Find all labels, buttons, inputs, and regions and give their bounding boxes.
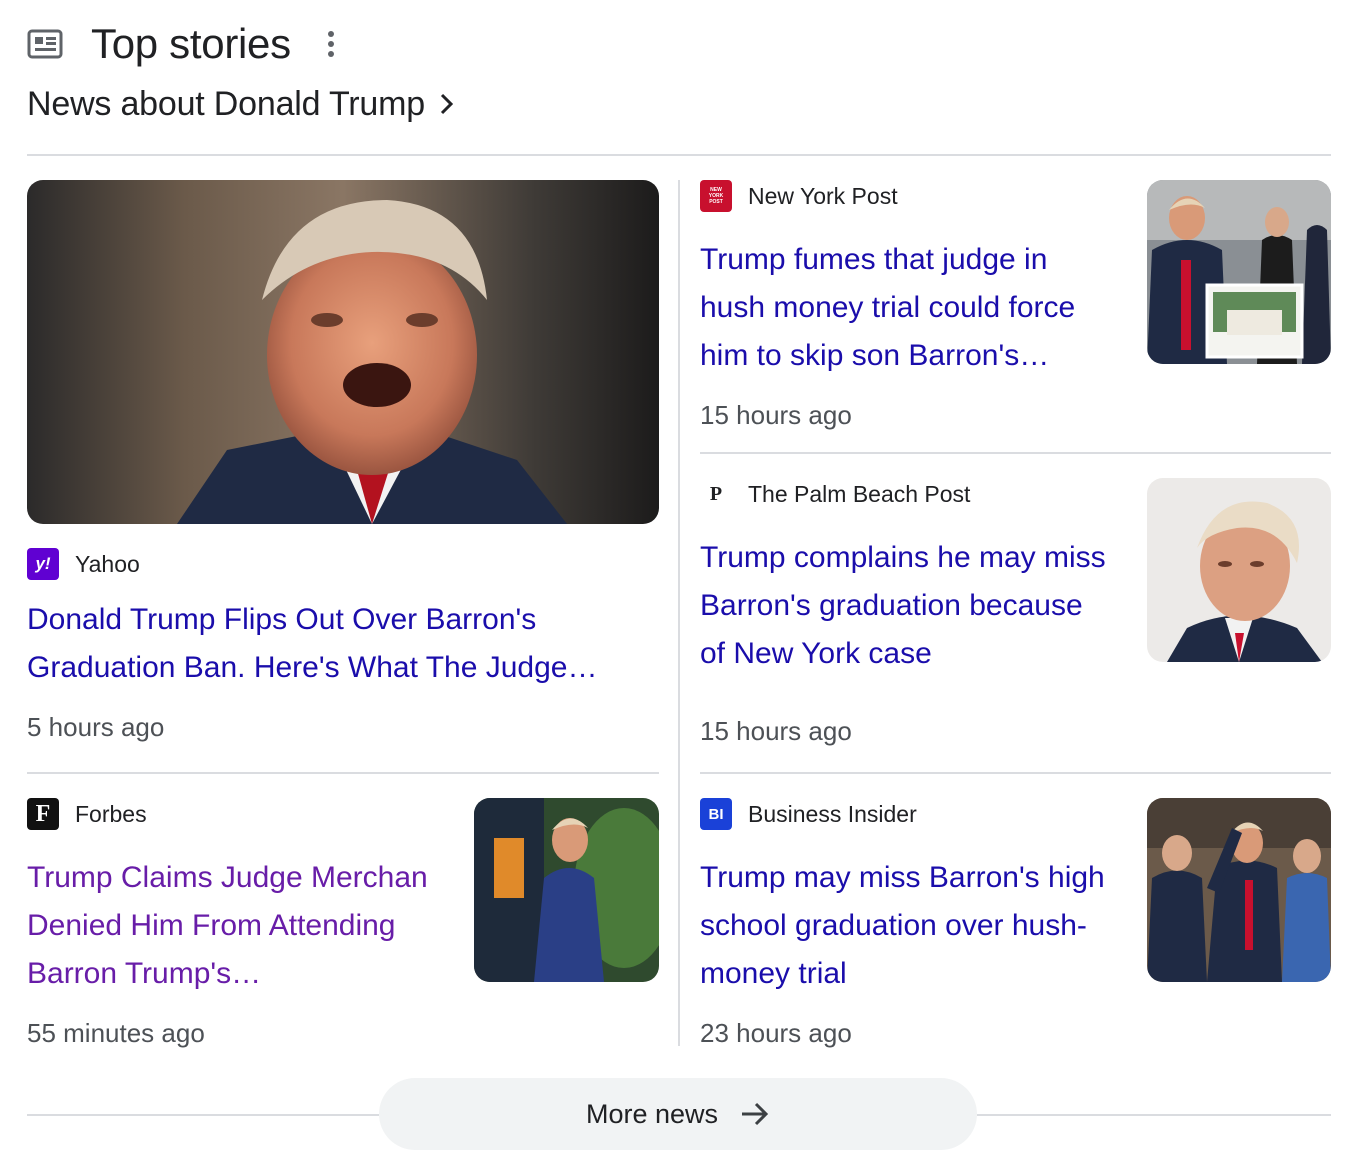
header-divider — [27, 154, 1331, 156]
story-headline[interactable]: Trump Claims Judge Merchan Denied Him Fr… — [27, 854, 437, 998]
newspaper-icon — [27, 28, 63, 60]
source-name: Yahoo — [75, 550, 140, 577]
row-divider — [27, 772, 659, 774]
row-divider — [700, 772, 1331, 774]
title-row: Top stories — [27, 18, 1331, 70]
more-news-divider-left — [27, 1114, 379, 1116]
story-card-palm-beach-post[interactable]: P The Palm Beach Post Trump complains he… — [700, 478, 1331, 748]
yahoo-logo-icon: y! — [27, 548, 59, 580]
story-image[interactable] — [1147, 798, 1331, 982]
story-image[interactable] — [27, 180, 659, 524]
story-image[interactable] — [1147, 478, 1331, 662]
story-headline[interactable]: Trump may miss Barron's high school grad… — [700, 854, 1110, 998]
story-headline[interactable]: Trump complains he may miss Barron's gra… — [700, 534, 1110, 678]
more-vert-icon[interactable] — [321, 28, 341, 60]
more-news-section: More news — [0, 1078, 1368, 1150]
story-timestamp: 5 hours ago — [27, 712, 165, 742]
source-name: Forbes — [75, 800, 147, 827]
chevron-right-icon — [439, 92, 455, 116]
story-card-forbes[interactable]: F Forbes Trump Claims Judge Merchan Deni… — [27, 798, 659, 1048]
story-card-business-insider[interactable]: BI Business Insider Trump may miss Barro… — [700, 798, 1331, 1048]
story-timestamp: 15 hours ago — [700, 400, 852, 430]
more-news-divider-right — [977, 1114, 1331, 1116]
topic-subtitle: News about Donald Trump — [27, 84, 425, 123]
arrow-right-icon — [740, 1101, 770, 1127]
story-image[interactable] — [1147, 180, 1331, 364]
forbes-logo-icon: F — [27, 798, 59, 830]
more-news-label: More news — [585, 1098, 719, 1129]
story-image[interactable] — [474, 798, 659, 982]
topic-link[interactable]: News about Donald Trump — [27, 82, 1331, 126]
source-name: The Palm Beach Post — [748, 480, 971, 507]
story-source: y! Yahoo — [27, 548, 659, 580]
nypost-logo-icon: NEW YORK POST — [700, 180, 732, 212]
top-stories-header: Top stories News about Donald Trump — [27, 18, 1331, 126]
row-divider — [700, 452, 1331, 454]
story-timestamp: 23 hours ago — [700, 1018, 852, 1048]
source-name: New York Post — [748, 182, 898, 209]
more-news-button[interactable]: More news — [379, 1078, 977, 1150]
section-title: Top stories — [91, 20, 291, 67]
business-insider-logo-icon: BI — [700, 798, 732, 830]
source-name: Business Insider — [748, 800, 917, 827]
story-headline[interactable]: Donald Trump Flips Out Over Barron's Gra… — [27, 596, 659, 692]
column-divider — [678, 180, 680, 1046]
story-timestamp: 55 minutes ago — [27, 1018, 205, 1048]
story-timestamp: 15 hours ago — [700, 716, 852, 746]
palm-beach-post-logo-icon: P — [700, 478, 732, 510]
story-headline[interactable]: Trump fumes that judge in hush money tri… — [700, 236, 1110, 380]
story-card-yahoo[interactable]: y! Yahoo Donald Trump Flips Out Over Bar… — [27, 180, 659, 743]
story-card-nypost[interactable]: NEW YORK POST New York Post Trump fumes … — [700, 180, 1331, 430]
